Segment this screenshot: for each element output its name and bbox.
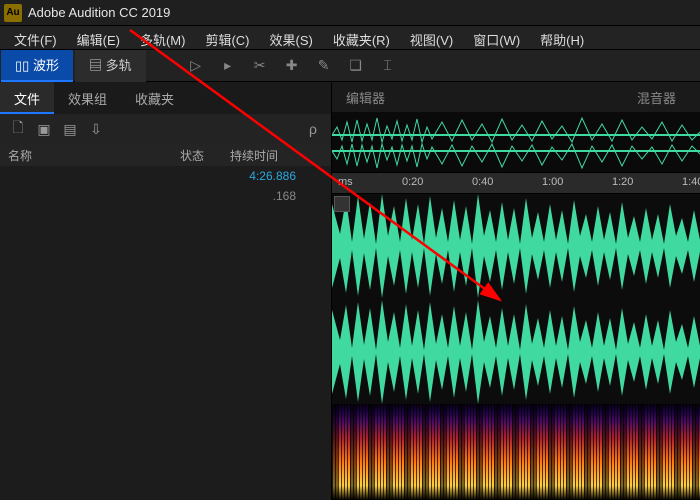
ruler-unit: ms: [338, 176, 353, 188]
main-area: 文件 效果组 收藏夹 🗋 ▣ ▤ ⇩ ρ 名称 状态 持续时间 4:26.886: [0, 82, 700, 500]
file-duration: .168: [230, 189, 310, 203]
editor-tabs: 编辑器 混音器: [332, 82, 700, 112]
search-icon[interactable]: ρ: [303, 120, 323, 138]
ruler-mark: 0:40: [472, 176, 493, 188]
overview-waveform[interactable]: [332, 112, 700, 172]
toolbar: ▯▯ 波形 ▤ 多轨 ▷ ▸ ✂ ✚ ✎ ❏ ⌶: [0, 50, 700, 82]
move-tool-icon[interactable]: ▷: [187, 57, 205, 74]
track-handle[interactable]: [334, 196, 350, 212]
spectrogram[interactable]: [332, 404, 700, 500]
col-duration[interactable]: 持续时间: [230, 147, 310, 164]
heal-tool-icon[interactable]: ✚: [283, 57, 301, 74]
panel-tabs: 文件 效果组 收藏夹: [0, 82, 331, 114]
multitrack-icon: ▤: [89, 58, 102, 73]
app-title: Adobe Audition CC 2019: [28, 5, 170, 20]
menu-favorites[interactable]: 收藏夹(R): [323, 26, 400, 49]
tab-files[interactable]: 文件: [0, 82, 54, 114]
file-duration: 4:26.886: [230, 169, 310, 183]
record-icon[interactable]: ▣: [34, 120, 54, 138]
col-name[interactable]: 名称: [0, 147, 180, 164]
open-file-icon[interactable]: 🗋: [8, 120, 28, 138]
selection-tool-icon[interactable]: ⌶: [379, 57, 397, 74]
menu-bar: 文件(F) 编辑(E) 多轨(M) 剪辑(C) 效果(S) 收藏夹(R) 视图(…: [0, 26, 700, 50]
col-status[interactable]: 状态: [180, 147, 230, 164]
menu-effects[interactable]: 效果(S): [260, 26, 323, 49]
panel-toolbar: 🗋 ▣ ▤ ⇩ ρ: [0, 114, 331, 144]
menu-multitrack[interactable]: 多轨(M): [130, 26, 196, 49]
import-icon[interactable]: ⇩: [86, 120, 106, 138]
tab-favorites[interactable]: 收藏夹: [121, 82, 188, 114]
menu-edit[interactable]: 编辑(E): [67, 26, 130, 49]
ruler-mark: 1:20: [612, 176, 633, 188]
cursor-tool-icon[interactable]: ▸: [219, 57, 237, 74]
file-list-header: 名称 状态 持续时间: [0, 144, 331, 166]
file-list: 4:26.886 .168: [0, 166, 331, 206]
tab-mixer[interactable]: 混音器: [623, 82, 690, 112]
tab-effects-rack[interactable]: 效果组: [54, 82, 121, 114]
ruler-mark: 1:00: [542, 176, 563, 188]
tool-icons: ▷ ▸ ✂ ✚ ✎ ❏ ⌶: [187, 57, 397, 74]
workspace-waveform-label: 波形: [33, 58, 59, 73]
editor-panel: 编辑器 混音器 ms 0:20 0:40 1:00 1:20 1:40: [332, 82, 700, 500]
menu-help[interactable]: 帮助(H): [530, 26, 594, 49]
main-waveform[interactable]: [332, 194, 700, 404]
workspace-multitrack-button[interactable]: ▤ 多轨: [75, 50, 146, 82]
menu-view[interactable]: 视图(V): [400, 26, 463, 49]
file-row[interactable]: 4:26.886: [0, 166, 331, 186]
menu-file[interactable]: 文件(F): [4, 26, 67, 49]
workspace-multitrack-label: 多轨: [106, 58, 132, 73]
ruler-mark: 1:40: [682, 176, 700, 188]
stamp-tool-icon[interactable]: ❏: [347, 57, 365, 74]
files-panel: 文件 效果组 收藏夹 🗋 ▣ ▤ ⇩ ρ 名称 状态 持续时间 4:26.886: [0, 82, 332, 500]
time-ruler[interactable]: ms 0:20 0:40 1:00 1:20 1:40: [332, 172, 700, 194]
title-bar: Au Adobe Audition CC 2019: [0, 0, 700, 26]
waveform-icon: ▯▯: [15, 58, 29, 73]
workspace-waveform-button[interactable]: ▯▯ 波形: [1, 50, 73, 82]
ruler-mark: 0:20: [402, 176, 423, 188]
new-multitrack-icon[interactable]: ▤: [60, 120, 80, 138]
file-row[interactable]: .168: [0, 186, 331, 206]
app-icon: Au: [4, 4, 22, 22]
menu-clip[interactable]: 剪辑(C): [195, 26, 259, 49]
brush-tool-icon[interactable]: ✎: [315, 57, 333, 74]
menu-window[interactable]: 窗口(W): [463, 26, 530, 49]
razor-tool-icon[interactable]: ✂: [251, 57, 269, 74]
tab-editor[interactable]: 编辑器: [332, 82, 399, 112]
